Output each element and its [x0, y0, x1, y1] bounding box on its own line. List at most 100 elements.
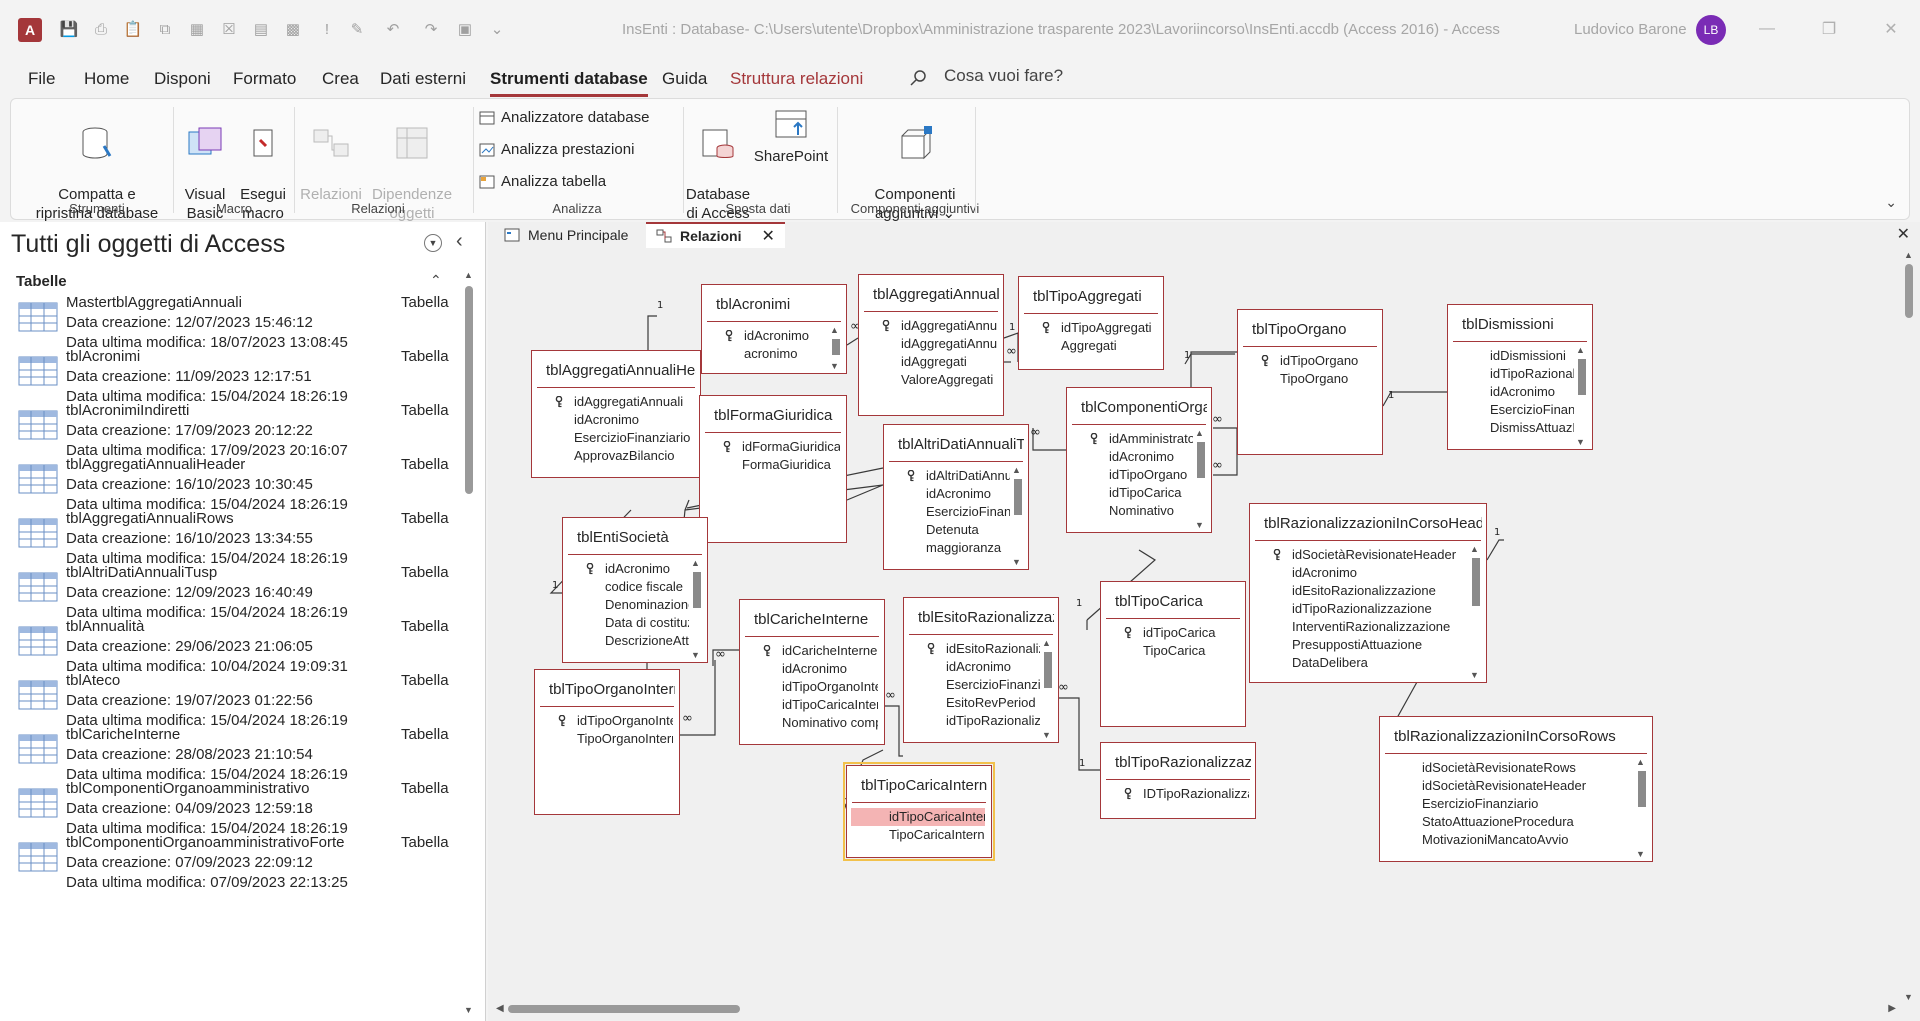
collapse-section-icon[interactable]: ⌃ — [430, 272, 442, 289]
table-scrollbar[interactable]: ▲ ▼ — [1470, 544, 1482, 680]
field-row[interactable]: StatoAttuazioneProcedura — [1422, 813, 1634, 831]
paste-icon[interactable]: 📋 — [122, 18, 144, 40]
field-row[interactable]: idSocietàRevisionateHeader — [1292, 546, 1468, 564]
table-box-tipocaricaint[interactable]: tblTipoCaricaInterna idTipoCaricaInternaT… — [843, 762, 995, 861]
field-row[interactable]: idAcronimo — [744, 327, 828, 345]
tab-disponi[interactable]: Disponi — [154, 69, 211, 89]
field-row[interactable]: ApprovazBilancio — [574, 447, 694, 465]
sheet-icon[interactable]: ▦ — [186, 18, 208, 40]
table-box-tipoaggr[interactable]: tblTipoAggregati idTipoAggregati Aggregati — [1018, 276, 1164, 370]
field-row[interactable]: Denominazione — [605, 596, 689, 614]
scrollbar-thumb[interactable] — [1014, 479, 1022, 515]
field-row[interactable]: TipoCaricaInterna — [889, 826, 985, 844]
field-row[interactable]: Nominativo componen — [782, 714, 878, 732]
field-row[interactable]: ValoreAggregati — [901, 371, 997, 389]
field-row[interactable]: DescrizioneAttività — [605, 632, 689, 650]
field-row[interactable]: DataDelibera — [1292, 654, 1468, 672]
field-row[interactable]: maggioranza — [926, 539, 1010, 557]
field-row[interactable]: TipoOrgano — [1280, 370, 1376, 388]
table-title[interactable]: tblTipoAggregati — [1033, 288, 1159, 305]
tab-file[interactable]: File — [28, 69, 55, 89]
scrollbar-thumb[interactable] — [1197, 442, 1205, 478]
scroll-right-icon[interactable]: ▶ — [1888, 1003, 1896, 1014]
field-row[interactable]: idAggregatiAnnuali — [901, 335, 997, 353]
field-row[interactable]: idAcronimo — [1490, 383, 1574, 401]
scroll-left-icon[interactable]: ◀ — [496, 1003, 504, 1014]
field-row[interactable]: TipoCarica — [1143, 642, 1239, 660]
table-title[interactable]: tblRazionalizzazioniInCorsoHeader — [1264, 515, 1482, 532]
field-row[interactable]: idAcronimo — [574, 411, 694, 429]
customize-qat-icon[interactable]: ⌄ — [486, 18, 508, 40]
table-title[interactable]: tblTipoCarica — [1115, 593, 1241, 610]
horizontal-scrollbar[interactable]: ◀ ▶ — [496, 1002, 1896, 1016]
tab-menu-principale[interactable]: Menu Principale — [494, 222, 638, 248]
relationships-button[interactable]: Relazioni — [299, 107, 363, 204]
field-row[interactable]: codice fiscale — [605, 578, 689, 596]
table-box-razheader[interactable]: tblRazionalizzazioniInCorsoHeader idSocie… — [1249, 503, 1487, 683]
table-title[interactable]: tblCaricheInterne — [754, 611, 880, 628]
database-analyzer-button[interactable]: Analizzatore database — [479, 109, 649, 126]
field-row[interactable]: idTipoCarica — [1143, 624, 1239, 642]
field-row[interactable]: FormaGiuridica — [742, 456, 840, 474]
field-row[interactable]: idTipoAggregati — [1061, 319, 1157, 337]
field-row[interactable]: EsercizioFinanziario — [1490, 401, 1574, 419]
user-name[interactable]: Ludovico Barone — [1574, 21, 1687, 38]
scrollbar-thumb[interactable] — [832, 339, 840, 355]
scroll-up-icon[interactable]: ▲ — [1904, 250, 1913, 260]
close-doc-icon[interactable]: ☒ — [218, 18, 240, 40]
tell-me-input[interactable]: Cosa vuoi fare? — [944, 66, 1063, 86]
table-box-acronimi[interactable]: tblAcronimi idAcronimo acronimo ▲ ▼ — [701, 284, 847, 374]
field-row[interactable]: idDismissioni — [1490, 347, 1574, 365]
form-icon[interactable]: ▣ — [454, 18, 476, 40]
scroll-up-icon[interactable]: ▲ — [1042, 638, 1051, 648]
scrollbar-thumb[interactable] — [1578, 359, 1586, 395]
scroll-up-icon[interactable]: ▲ — [1012, 465, 1021, 475]
save-icon[interactable]: 💾 — [58, 18, 80, 40]
field-row[interactable]: Data di costituzione — [605, 614, 689, 632]
field-row[interactable]: EsercizioFinanziario — [946, 676, 1040, 694]
table-title[interactable]: tblTipoOrgano — [1252, 321, 1378, 338]
field-row[interactable]: idAltriDatiAnnualiTu — [926, 467, 1010, 485]
table-box-altridati[interactable]: tblAltriDatiAnnualiTusp idAltriDatiAnnual… — [883, 424, 1029, 570]
field-row[interactable]: idAggregati — [901, 353, 997, 371]
field-row[interactable]: idAcronimo — [926, 485, 1010, 503]
scrollbar-thumb[interactable] — [1044, 652, 1052, 688]
field-row[interactable]: MotivazioniMancatoAvvio — [1422, 831, 1634, 849]
table-box-tipoorgint[interactable]: tblTipoOrganoInterno idTipoOrganoInternoT… — [534, 669, 680, 815]
scroll-down-icon[interactable]: ▼ — [830, 361, 839, 371]
field-row[interactable]: idAcronimo — [1109, 448, 1193, 466]
field-row[interactable]: idFormaGiuridica — [742, 438, 840, 456]
vertical-scrollbar[interactable]: ▲ ▼ — [1902, 250, 1916, 1002]
close-tab-icon[interactable]: ✕ — [761, 226, 774, 246]
tab-relazioni[interactable]: Relazioni ✕ — [646, 222, 785, 248]
table-box-entisocieta[interactable]: tblEntiSocietà idAcronimo codice fiscale De… — [562, 517, 708, 663]
field-row[interactable]: idTipoOrganoInterno — [782, 678, 878, 696]
avatar[interactable]: LB — [1696, 15, 1726, 45]
scroll-down-icon[interactable]: ▼ — [1042, 730, 1051, 740]
table-title[interactable]: tblTipoOrganoInterno — [549, 681, 675, 698]
close-document-icon[interactable]: ✕ — [1897, 224, 1910, 244]
field-row[interactable]: idTipoRazionalizzazione — [1292, 600, 1468, 618]
field-row[interactable]: EsercizioFinanziario — [574, 429, 694, 447]
table-box-esitoraz[interactable]: tblEsitoRazionalizzazione idEsitoRazional… — [903, 597, 1059, 743]
field-row[interactable]: Nominativo — [1109, 502, 1193, 520]
grid-icon[interactable]: ▩ — [282, 18, 304, 40]
field-row[interactable]: idAggregatiAnnualiRow — [901, 317, 997, 335]
scroll-up-icon[interactable]: ▲ — [691, 558, 700, 568]
table-box-razrows[interactable]: tblRazionalizzazioniInCorsoRows idSocietà… — [1379, 716, 1653, 862]
field-row[interactable]: idTipoRazionalizzaz — [1490, 365, 1574, 383]
field-row[interactable]: idEsitoRazionalizzazione — [1292, 582, 1468, 600]
field-row[interactable]: IDTipoRazionalizzazione — [1143, 785, 1249, 803]
field-row[interactable]: TipoOrganoInterno — [577, 730, 673, 748]
close-window-icon[interactable]: ✕ — [1876, 16, 1906, 42]
table-title[interactable]: tblDismissioni — [1462, 316, 1588, 333]
scrollbar-thumb[interactable] — [1472, 558, 1480, 606]
field-row[interactable]: Detenuta — [926, 521, 1010, 539]
nav-scrollbar[interactable]: ▲ ▼ — [462, 270, 476, 1015]
table-scrollbar[interactable]: ▲ ▼ — [1195, 428, 1207, 530]
exclamation-icon[interactable]: ! — [316, 18, 338, 40]
analyze-table-button[interactable]: Analizza tabella — [479, 173, 606, 190]
shutter-close-icon[interactable]: ‹ — [456, 230, 463, 253]
field-row[interactable]: idTipoCarica — [1109, 484, 1193, 502]
collapse-ribbon-icon[interactable]: ⌄ — [1885, 194, 1897, 211]
